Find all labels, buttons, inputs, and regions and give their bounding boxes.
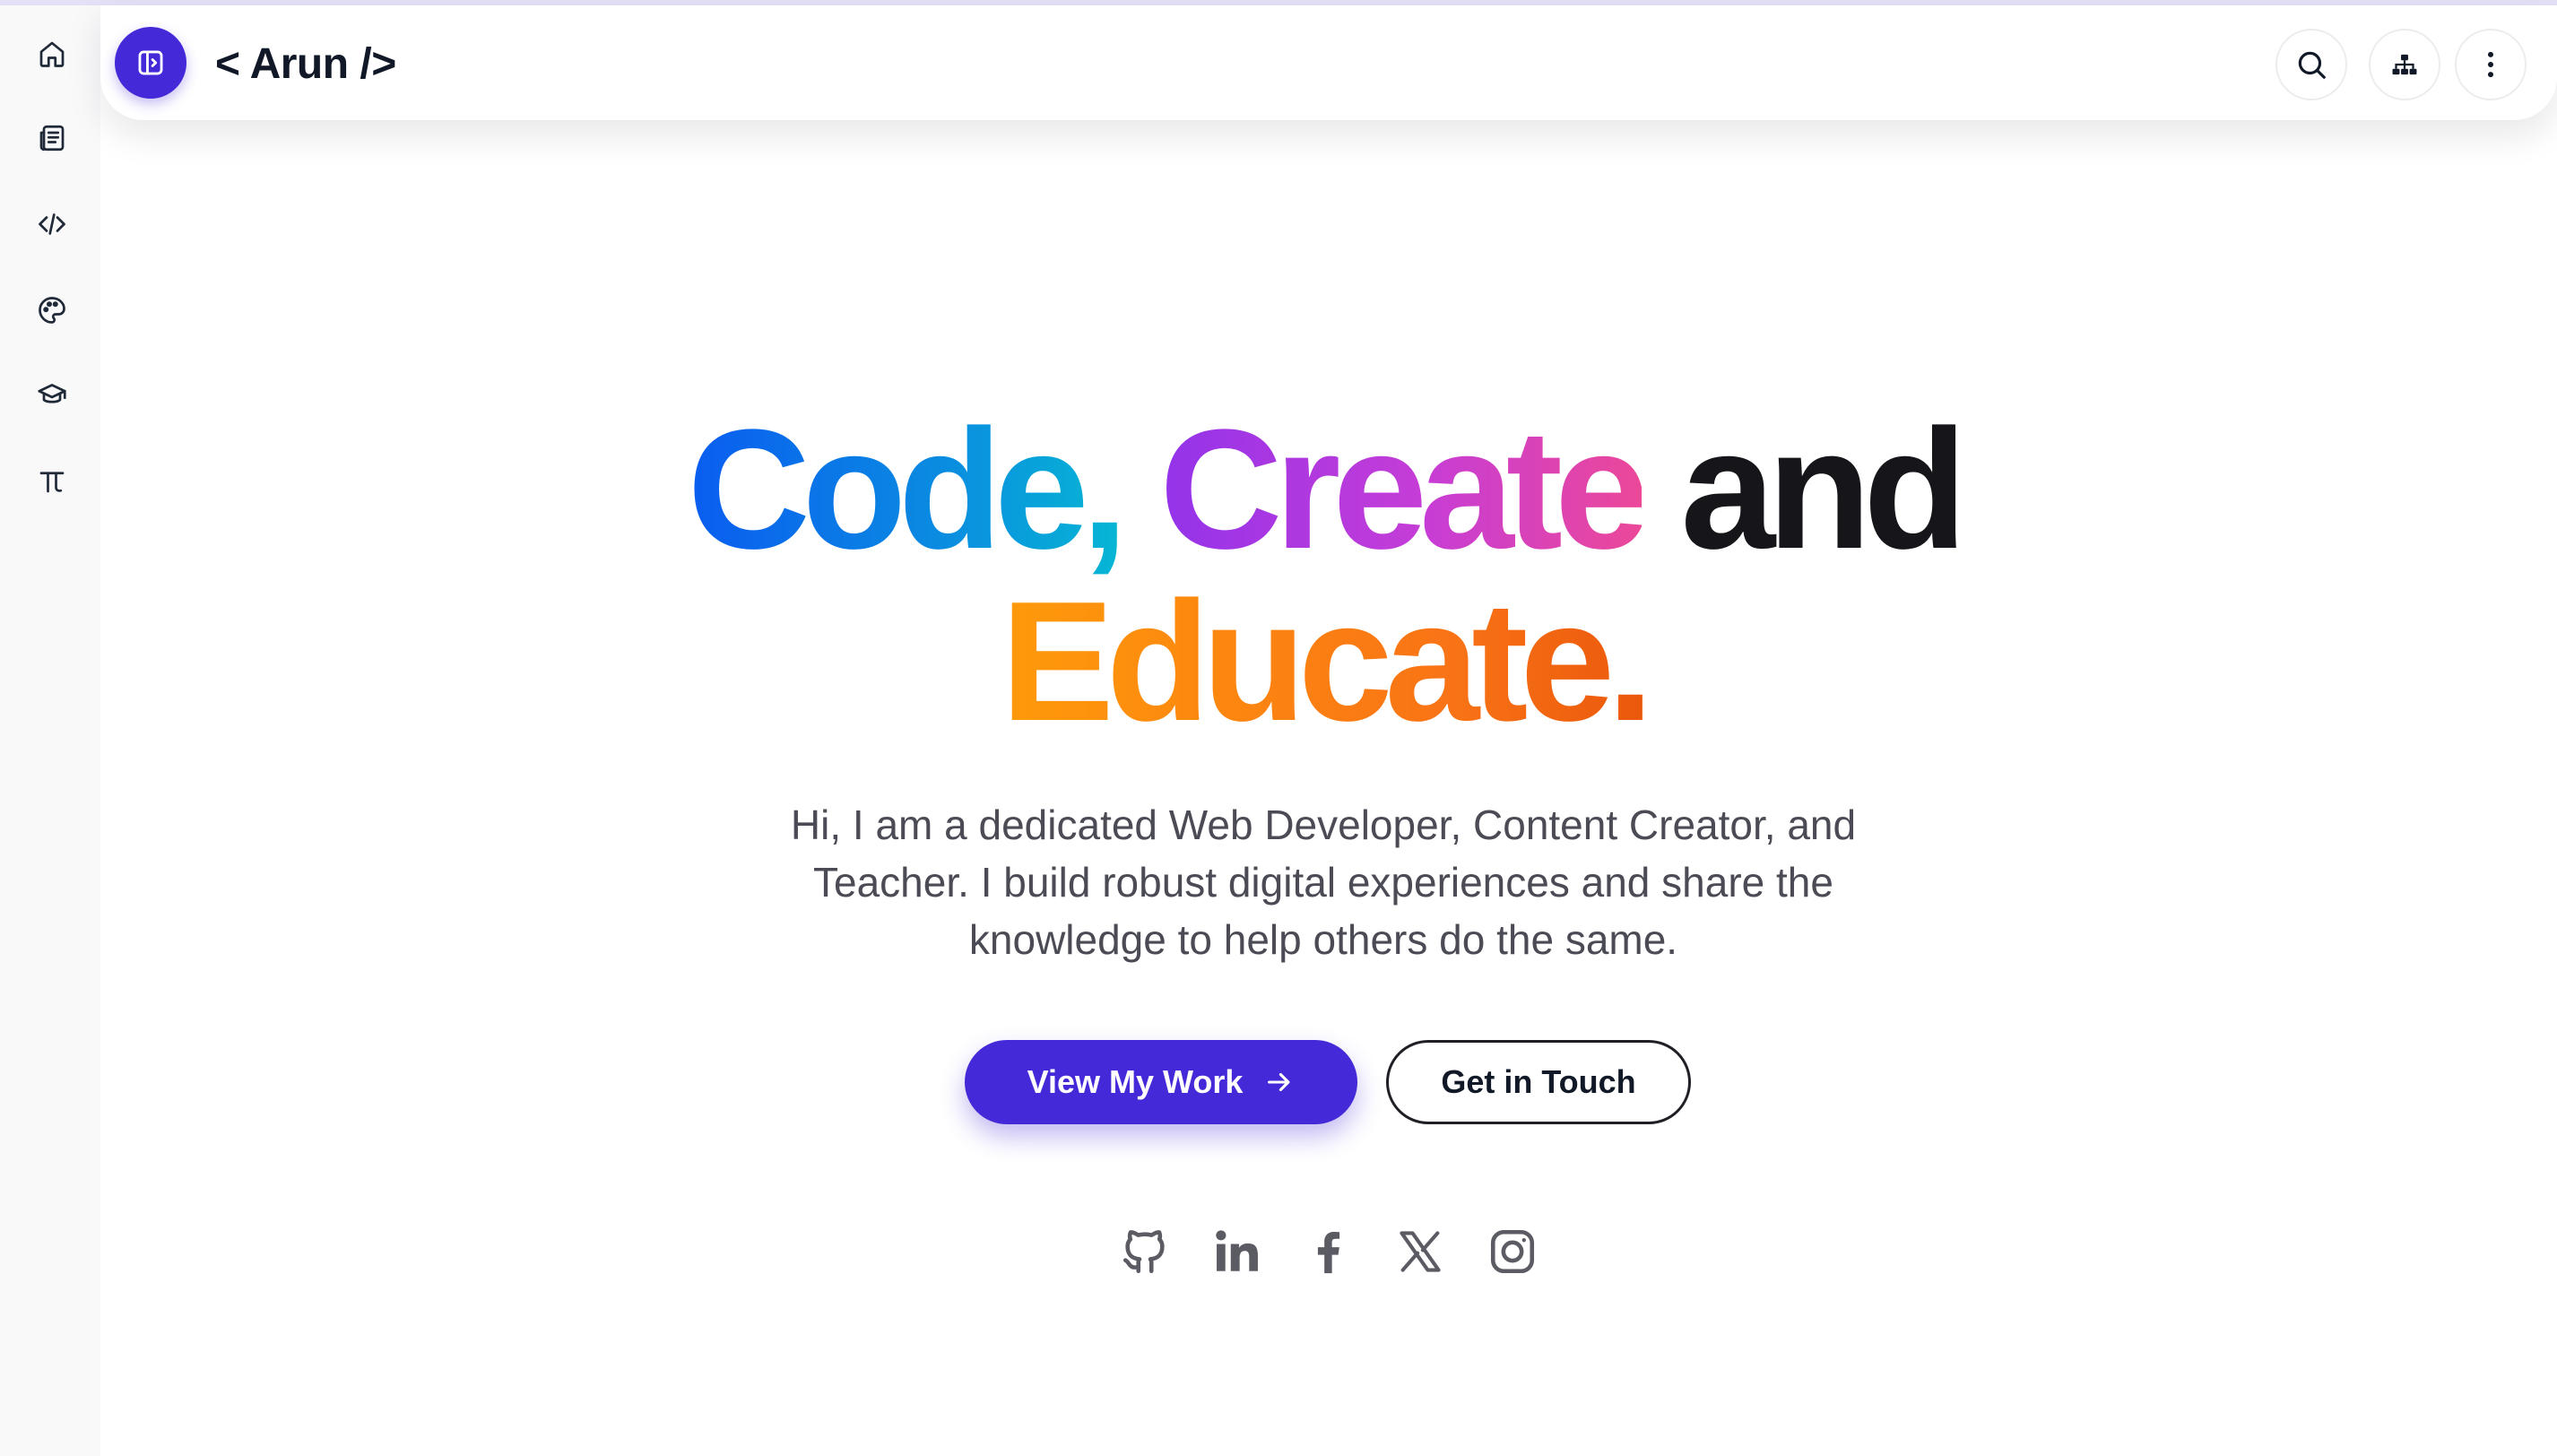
more-vertical-icon (2487, 51, 2494, 78)
x-icon (1400, 1231, 1441, 1272)
social-link-facebook[interactable] (1302, 1225, 1356, 1278)
hero-title-line-2: Educate. (269, 576, 2378, 748)
header-bar: < Arun /> (100, 5, 2557, 120)
sidebar-toggle-button[interactable] (115, 27, 186, 99)
hero-description: Hi, I am a dedicated Web Developer, Cont… (790, 802, 1857, 963)
social-link-linkedin[interactable] (1210, 1225, 1264, 1278)
hero-title-line-1: Code, Create and (269, 403, 2378, 576)
search-icon (2298, 51, 2326, 79)
view-my-work-button[interactable]: View My Work (965, 1040, 1357, 1124)
sitemap-icon (2392, 54, 2417, 75)
hero-word-and: and (1680, 394, 1968, 585)
search-button[interactable] (2275, 29, 2347, 100)
hero-word-code: Code, (687, 394, 1129, 585)
get-in-touch-label: Get in Touch (1441, 1063, 1636, 1100)
home-icon (39, 41, 65, 67)
icon-rail (0, 5, 100, 1456)
rail-item-articles[interactable] (25, 111, 79, 165)
arrow-right-icon (1268, 1072, 1290, 1092)
hero-word-educate: Educate. (1001, 567, 1654, 757)
brand-logo[interactable]: < Arun /> (215, 39, 396, 90)
rail-item-math[interactable] (25, 454, 79, 507)
rail-item-home[interactable] (25, 27, 79, 81)
social-link-instagram[interactable] (1486, 1225, 1539, 1278)
social-link-github[interactable] (1118, 1225, 1172, 1278)
get-in-touch-button[interactable]: Get in Touch (1386, 1040, 1691, 1124)
social-link-x[interactable] (1393, 1225, 1447, 1278)
github-icon (1122, 1230, 1165, 1274)
newspaper-icon (39, 125, 65, 152)
hero-title: Code, Create and Educate. (269, 403, 2378, 748)
graduation-cap-icon (38, 384, 66, 403)
more-options-button[interactable] (2455, 29, 2527, 100)
linkedin-icon (1216, 1230, 1258, 1271)
view-my-work-label: View My Work (1027, 1063, 1244, 1100)
pi-icon (39, 472, 65, 493)
facebook-icon (1317, 1232, 1340, 1274)
sitemap-button[interactable] (2369, 29, 2440, 100)
rail-item-design[interactable] (25, 283, 79, 337)
code-icon (39, 213, 65, 235)
instagram-icon (1490, 1229, 1535, 1274)
hero-word-create: Create (1159, 394, 1649, 585)
rail-item-teaching[interactable] (25, 368, 79, 421)
sidebar-toggle-icon (138, 50, 163, 75)
palette-icon (39, 297, 65, 324)
rail-item-code[interactable] (25, 197, 79, 251)
